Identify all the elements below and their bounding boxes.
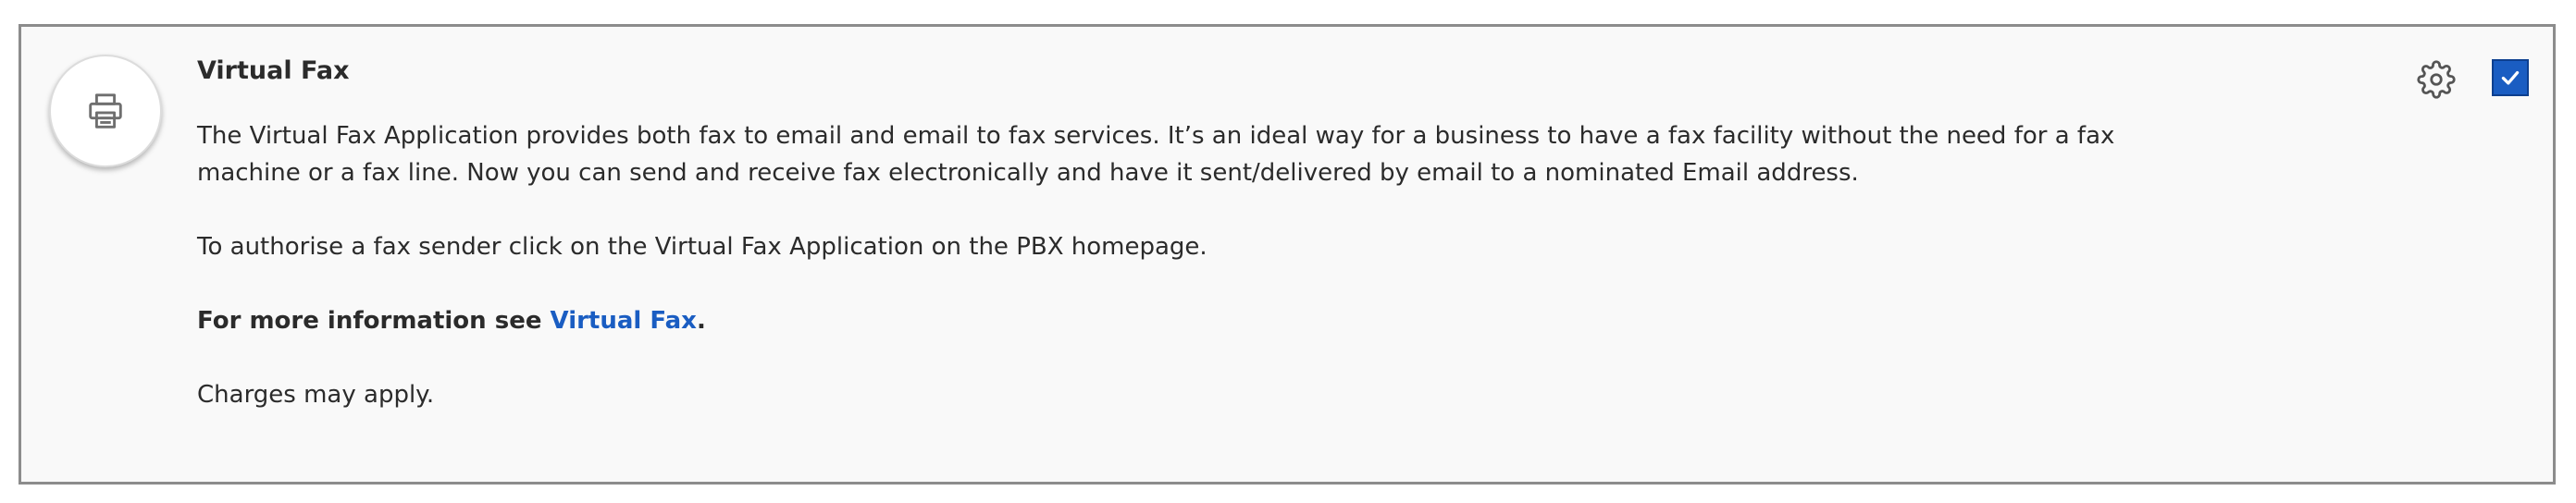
- gear-icon: [2417, 60, 2456, 99]
- more-info-line: For more information see Virtual Fax.: [197, 302, 2122, 339]
- checkmark-icon: [2501, 70, 2520, 85]
- more-info-suffix: .: [696, 307, 706, 335]
- printer-icon-circle: [49, 55, 162, 167]
- settings-button[interactable]: [2415, 58, 2458, 101]
- virtual-fax-card: Virtual Fax The Virtual Fax Application …: [19, 24, 2556, 485]
- charges-text: Charges may apply.: [197, 381, 435, 409]
- printer-icon: [89, 93, 122, 129]
- enable-checkbox[interactable]: [2492, 59, 2529, 96]
- more-info-prefix: For more information see: [197, 307, 551, 335]
- virtual-fax-link[interactable]: Virtual Fax: [551, 307, 697, 335]
- item-content: Virtual Fax The Virtual Fax Application …: [197, 55, 2122, 450]
- item-description: The Virtual Fax Application provides bot…: [197, 122, 2115, 187]
- item-title: Virtual Fax: [197, 56, 350, 85]
- authorise-text: To authorise a fax sender click on the V…: [197, 233, 1208, 261]
